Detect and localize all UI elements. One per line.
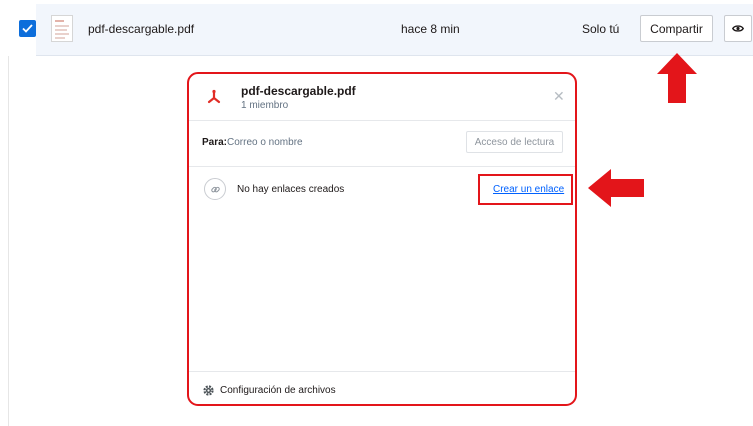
to-label: Para: — [202, 137, 228, 148]
close-icon[interactable]: ✕ — [553, 89, 565, 103]
preview-button[interactable] — [724, 15, 752, 42]
page-edge — [8, 56, 9, 426]
modal-header: pdf-descargable.pdf 1 miembro ✕ — [189, 74, 575, 120]
access-level: Solo tú — [582, 22, 620, 36]
no-links-text: No hay enlaces creados — [237, 184, 345, 195]
file-settings-link[interactable]: Configuración de archivos — [220, 385, 336, 396]
recipient-input[interactable] — [227, 133, 447, 151]
modified-time: hace 8 min — [401, 22, 460, 36]
red-arrow-up — [657, 53, 697, 103]
red-arrow-left — [588, 169, 644, 207]
share-button[interactable]: Compartir — [640, 15, 713, 42]
file-row[interactable]: pdf-descargable.pdf hace 8 min Solo tú C… — [0, 0, 753, 56]
modal-subtitle: 1 miembro — [241, 100, 289, 111]
file-name[interactable]: pdf-descargable.pdf — [88, 22, 194, 36]
footer-divider — [189, 371, 575, 372]
share-modal: pdf-descargable.pdf 1 miembro ✕ Para: Ac… — [187, 72, 577, 406]
document-thumbnail-icon — [51, 15, 73, 42]
header-divider — [189, 120, 575, 121]
checkmark-icon — [22, 24, 33, 33]
recipient-divider — [189, 166, 575, 167]
eye-icon — [732, 25, 744, 32]
gear-icon — [203, 385, 214, 396]
pdf-icon — [207, 89, 221, 104]
link-icon — [210, 186, 220, 192]
create-link-button[interactable]: Crear un enlace — [493, 184, 564, 195]
link-icon-circle — [204, 178, 226, 200]
file-select-checkbox[interactable] — [19, 20, 36, 37]
read-access-button[interactable]: Acceso de lectura — [466, 131, 563, 153]
modal-title: pdf-descargable.pdf — [241, 84, 356, 98]
